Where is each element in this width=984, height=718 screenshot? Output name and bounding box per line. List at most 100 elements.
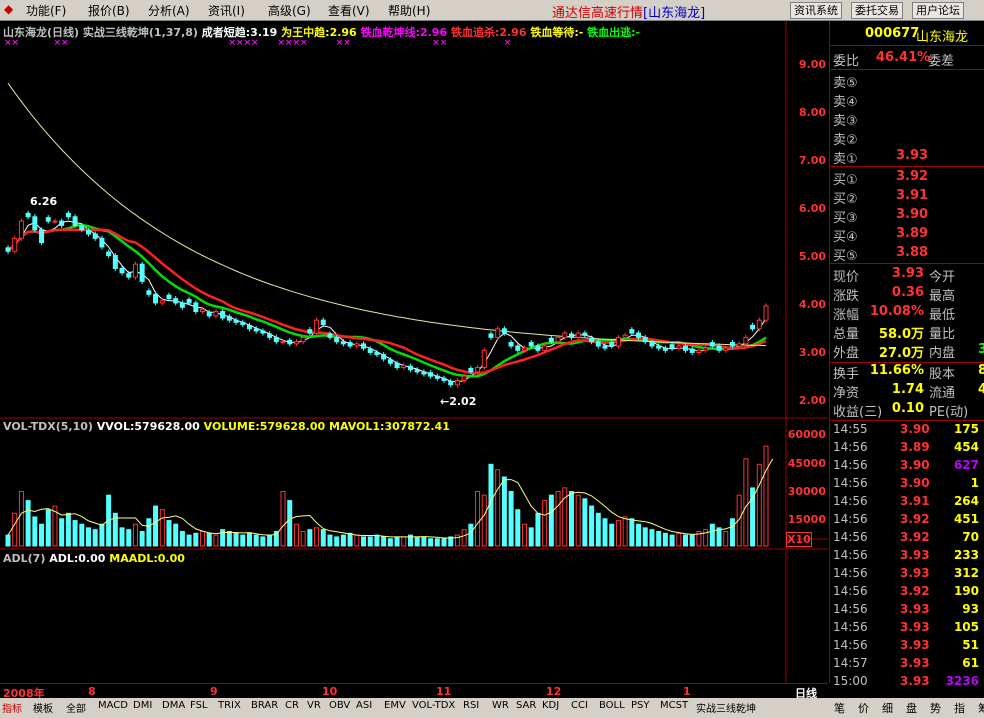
price-tick-label: 9.00 bbox=[798, 58, 826, 71]
volume-bar bbox=[340, 534, 346, 547]
forum-button[interactable]: 用户论坛 bbox=[912, 2, 964, 19]
quote-tab[interactable]: 价 bbox=[858, 700, 869, 716]
indicator-tab[interactable]: CR bbox=[285, 700, 299, 711]
date-label: 8 bbox=[88, 685, 96, 698]
volume-bar bbox=[5, 534, 11, 547]
menu-item-analysis[interactable]: 分析(A) bbox=[148, 2, 190, 19]
quote-tab[interactable]: 细 bbox=[882, 700, 893, 716]
candle-body bbox=[488, 333, 494, 338]
tick-time: 14:56 bbox=[833, 548, 868, 562]
maadl-value: MAADL:0.00 bbox=[109, 552, 185, 565]
volume-bar bbox=[649, 529, 655, 547]
sell-level-row: 卖④ bbox=[830, 91, 984, 110]
indicator-tab[interactable]: DMI bbox=[133, 700, 152, 711]
chart-canvas[interactable] bbox=[0, 21, 828, 683]
price-tick-label: 8.00 bbox=[798, 106, 826, 119]
sell-level-label: 卖⑤ bbox=[833, 76, 858, 91]
tick-time: 14:56 bbox=[833, 458, 868, 472]
candle-body bbox=[428, 372, 434, 377]
volume-bar bbox=[39, 523, 45, 547]
indicator-tab[interactable]: 指标 bbox=[2, 700, 22, 715]
tick-row: 14:56 3.92 70 bbox=[830, 530, 984, 548]
quote-tab[interactable]: 盘 bbox=[906, 700, 917, 716]
indicator-tab[interactable]: WR bbox=[492, 700, 509, 711]
volume-bar bbox=[709, 523, 715, 547]
indicator-tab[interactable]: PSY bbox=[631, 700, 650, 711]
indicator-tab[interactable]: ASI bbox=[356, 700, 372, 711]
menu-item-function[interactable]: 功能(F) bbox=[26, 2, 66, 19]
candle-body bbox=[595, 341, 601, 347]
candle-body bbox=[689, 348, 695, 353]
quote-title: 000677 山东海龙 bbox=[830, 26, 984, 45]
quote-tab[interactable]: 筹 bbox=[978, 700, 984, 716]
indicator-tab[interactable]: 模板 bbox=[33, 700, 53, 715]
stat-value: 3.93 bbox=[891, 266, 924, 281]
indicator-tab[interactable]: MCST bbox=[660, 700, 688, 711]
order-ratio-row: 委比 46.41% 委差 bbox=[830, 50, 984, 69]
menu-item-help[interactable]: 帮助(H) bbox=[388, 2, 430, 19]
candle-body bbox=[723, 347, 729, 351]
candle-body bbox=[649, 342, 655, 347]
indicator-tab[interactable]: KDJ bbox=[542, 700, 559, 711]
volume-bar bbox=[126, 529, 132, 547]
indicator-tab[interactable]: MACD bbox=[98, 700, 128, 711]
candle-body bbox=[602, 345, 608, 349]
quote-tab[interactable]: 势 bbox=[930, 700, 941, 716]
menu-item-advanced[interactable]: 高级(G) bbox=[268, 2, 311, 19]
indicator-tab[interactable]: VR bbox=[307, 700, 321, 711]
indicator-tab[interactable]: TRIX bbox=[218, 700, 241, 711]
candle-body bbox=[609, 342, 615, 347]
tick-time: 14:56 bbox=[833, 512, 868, 526]
candle-body bbox=[669, 344, 675, 349]
trade-button[interactable]: 委托交易 bbox=[851, 2, 903, 19]
stat-row: 涨幅 10.08% 最低 bbox=[830, 304, 984, 323]
stat-label: 最高 bbox=[929, 289, 956, 304]
indicator-tab[interactable]: SAR bbox=[516, 700, 536, 711]
volume-bar bbox=[568, 491, 574, 547]
candle-body bbox=[173, 298, 179, 304]
volume-bar bbox=[615, 520, 621, 547]
menu-item-quote[interactable]: 报价(B) bbox=[88, 2, 130, 19]
tick-time: 14:56 bbox=[833, 638, 868, 652]
indicator-tab[interactable]: CCI bbox=[571, 700, 588, 711]
tick-time: 14:56 bbox=[833, 620, 868, 634]
tick-time: 14:56 bbox=[833, 602, 868, 616]
stat-label: 今开 bbox=[929, 270, 956, 285]
indicator-tab[interactable]: RSI bbox=[463, 700, 479, 711]
indicator-tab[interactable]: VOL-TDX bbox=[412, 700, 455, 711]
volume-bar bbox=[206, 532, 212, 547]
indicator-tab[interactable]: BRAR bbox=[251, 700, 278, 711]
quote-tab[interactable]: 笔 bbox=[834, 700, 845, 716]
menu-item-info[interactable]: 资讯(I) bbox=[208, 2, 245, 19]
buy-level-label: 买④ bbox=[833, 230, 858, 245]
indicator-tab[interactable]: FSL bbox=[190, 700, 208, 711]
candle-body bbox=[642, 336, 648, 343]
menu-item-view[interactable]: 查看(V) bbox=[328, 2, 370, 19]
indicator-tab[interactable]: BOLL bbox=[599, 700, 625, 711]
chart-area[interactable]: 山东海龙(日线) 实战三线乾坤(1,37,8) 成者短趋:3.19 为王中趋:2… bbox=[0, 21, 828, 683]
candle-body bbox=[743, 336, 749, 345]
menu-bar: ◆ 功能(F) 报价(B) 分析(A) 资讯(I) 高级(G) 查看(V) 帮助… bbox=[0, 0, 984, 21]
stat-row: 外盘 27.0万 内盘 3 bbox=[830, 342, 984, 361]
indicator-tab-bar: 笔价细盘势指筹 指标 模板 全部 MACD DMI DMA FSL TRIX BRAR CR VR OB… bbox=[0, 698, 984, 718]
volume-bar bbox=[119, 527, 125, 547]
indicator-tab[interactable]: EMV bbox=[384, 700, 406, 711]
buy-level-label: 买⑤ bbox=[833, 249, 858, 264]
stat-label: 股本 bbox=[929, 367, 956, 382]
tick-volume: 1 bbox=[970, 476, 979, 490]
quote-tab[interactable]: 指 bbox=[954, 700, 965, 716]
volume-bar bbox=[622, 516, 628, 547]
indicator-tab[interactable]: OBV bbox=[329, 700, 350, 711]
volume-bar bbox=[387, 538, 393, 547]
sell-level-label: 卖④ bbox=[833, 95, 858, 110]
indicator-tab[interactable]: DMA bbox=[162, 700, 185, 711]
candle-body bbox=[756, 319, 762, 330]
tick-price: 3.93 bbox=[900, 548, 930, 562]
candle-body bbox=[119, 267, 125, 274]
indicator-tab[interactable]: 实战三线乾坤 bbox=[696, 700, 756, 715]
candle-body bbox=[206, 311, 212, 317]
candle-body bbox=[334, 336, 340, 343]
candle-body bbox=[729, 342, 735, 347]
indicator-tab[interactable]: 全部 bbox=[66, 700, 86, 715]
info-system-button[interactable]: 资讯系统 bbox=[790, 2, 842, 19]
